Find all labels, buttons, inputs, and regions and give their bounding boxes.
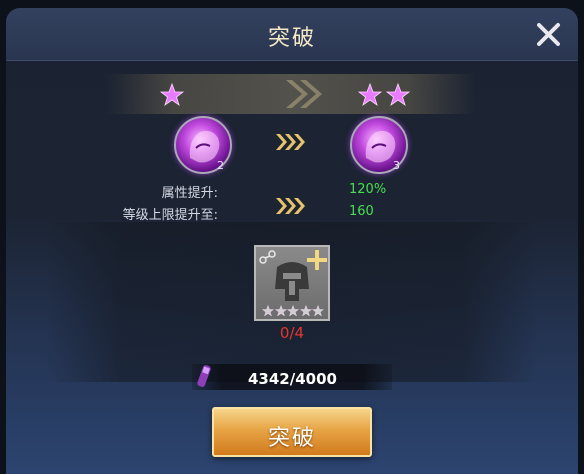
close-icon — [537, 23, 560, 46]
material-slot[interactable] — [254, 245, 330, 321]
big-arrow-icon — [286, 80, 322, 108]
close-button[interactable] — [530, 16, 566, 52]
attr-value-level-cap: 160 — [349, 204, 374, 219]
small-arrow-icon — [276, 134, 305, 150]
breakthrough-button-label: 突破 — [267, 426, 316, 451]
breakthrough-button[interactable]: 突破 — [212, 407, 372, 457]
material-star-icon — [312, 305, 324, 317]
rank-star-icon — [358, 83, 382, 107]
material-count: 0/4 — [279, 324, 305, 342]
resource-amount: 4342/4000 — [248, 370, 337, 388]
attr-label-level-cap: 等级上限提升至: — [122, 208, 218, 223]
breakthrough-dialog: 突破 2 3 属性提升: 120% 等级上限提升至: 160 0/4 4342/… — [6, 8, 578, 474]
rank-star-icon — [386, 83, 410, 107]
purple-scroll-icon — [197, 365, 211, 387]
attr-label-stats: 属性提升: — [161, 186, 218, 201]
helmet-icon — [275, 262, 309, 301]
hero-level-next: 3 — [393, 159, 400, 172]
title-bar: 突破 — [6, 8, 578, 61]
material-star-icon — [299, 305, 312, 317]
material-star-icon — [287, 305, 299, 317]
hero-level-current: 2 — [217, 159, 224, 172]
dialog-title: 突破 — [267, 26, 316, 51]
material-star-icon — [262, 305, 274, 317]
material-star-icon — [274, 305, 287, 317]
rank-star-icon — [160, 83, 184, 107]
small-arrow-icon — [276, 198, 305, 214]
attr-value-stats: 120% — [349, 182, 387, 197]
material-stars — [262, 305, 326, 317]
